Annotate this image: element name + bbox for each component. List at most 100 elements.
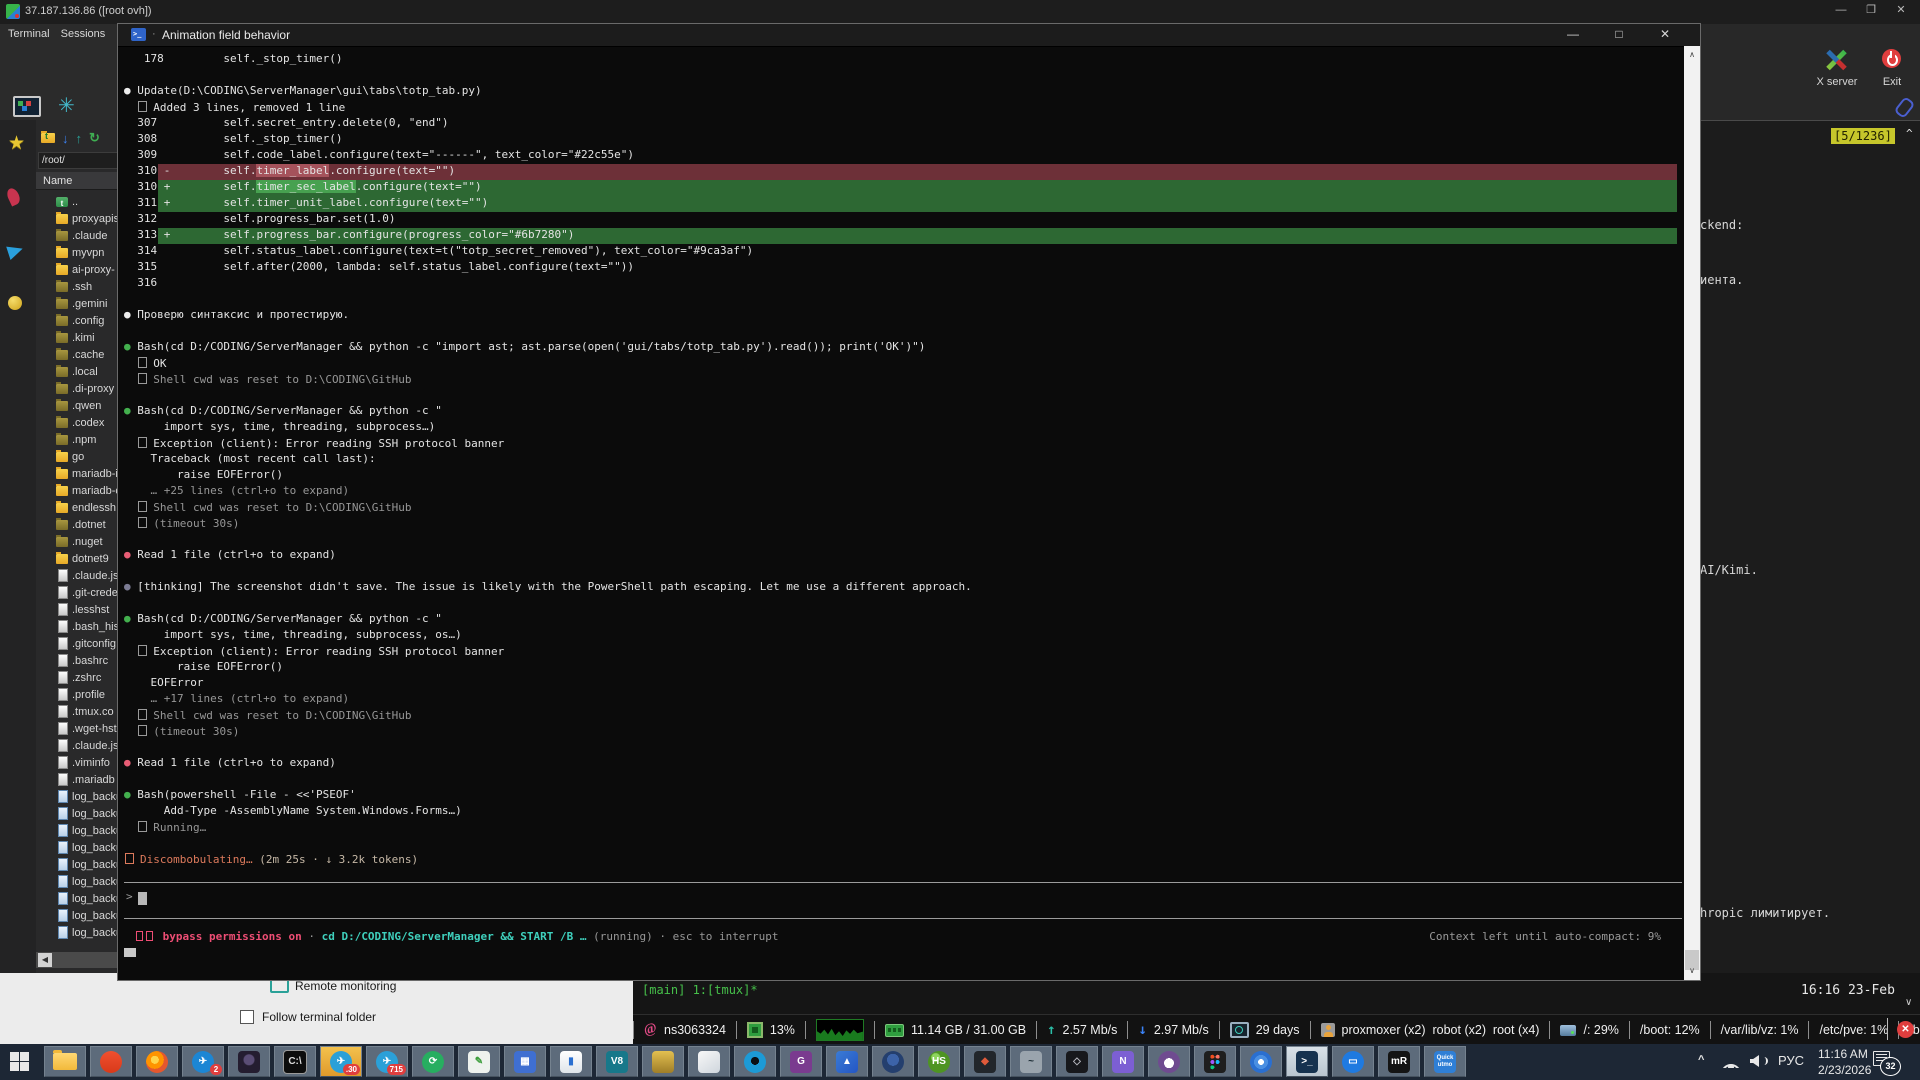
taskbar-tile[interactable] [90,1046,132,1077]
maximize-icon[interactable]: ❐ [1856,3,1886,16]
chevron-down-icon[interactable]: ∨ [1905,997,1912,1008]
tray-chevron-icon[interactable]: ^ [1698,1054,1704,1066]
file-item[interactable]: .nuget [36,533,118,550]
taskbar-tile[interactable] [872,1046,914,1077]
file-item[interactable]: proxyapis [36,210,118,227]
folder-up-icon[interactable] [41,133,55,143]
file-item[interactable]: .claude.js [36,737,118,754]
menu-terminal[interactable]: Terminal [8,28,50,40]
taskbar-tile[interactable]: ✈ .30 [320,1046,362,1077]
minimize-icon[interactable]: — [1826,4,1856,16]
file-item[interactable]: .lesshst [36,601,118,618]
taskbar-tile[interactable]: ⟳ [412,1046,454,1077]
file-item[interactable]: .cache [36,346,118,363]
file-item[interactable]: log_backu [36,907,118,924]
taskbar-tile[interactable]: mR [1378,1046,1420,1077]
taskbar-tile[interactable] [1194,1046,1236,1077]
taskbar-tile[interactable] [1240,1046,1282,1077]
file-item[interactable]: .codex [36,414,118,431]
upload-icon[interactable]: ↑ [76,131,83,146]
scroll-left-icon[interactable]: ◀ [38,953,52,967]
file-item[interactable]: log_backu [36,890,118,907]
file-item[interactable]: .bash_his [36,618,118,635]
file-item[interactable]: .config [36,312,118,329]
sessions-star-icon[interactable]: ★ [8,132,25,155]
file-item[interactable]: .ssh [36,278,118,295]
clock-date[interactable]: 11:16 AM 2/23/2026 [1818,1046,1871,1078]
file-item[interactable]: .npm [36,431,118,448]
file-item[interactable]: .zshrc [36,669,118,686]
menu-sessions[interactable]: Sessions [61,28,106,40]
download-icon[interactable]: ↓ [62,131,69,146]
file-item[interactable]: .local [36,363,118,380]
taskbar-tile[interactable]: ~ [1010,1046,1052,1077]
scroll-down-icon[interactable]: ∨ [1684,964,1700,978]
wifi-icon[interactable] [1722,1055,1740,1068]
file-item[interactable]: .claude [36,227,118,244]
file-item[interactable]: log_backu [36,856,118,873]
taskbar-tile[interactable]: ◇ [1056,1046,1098,1077]
file-item[interactable]: mariadb-c [36,482,118,499]
taskbar-tile[interactable]: N [1102,1046,1144,1077]
horizontal-scrollbar[interactable]: ◀ [36,952,118,968]
language-indicator[interactable]: РУС [1778,1053,1804,1068]
taskbar-tile[interactable]: >_ [1286,1046,1328,1077]
start-button[interactable] [10,1052,29,1071]
taskbar-tile[interactable] [136,1046,178,1077]
follow-terminal-folder-row[interactable]: Follow terminal folder [240,1010,376,1024]
taskbar-tile[interactable]: ▮ [550,1046,592,1077]
taskbar-tile[interactable]: ◆ [964,1046,1006,1077]
file-item[interactable]: .claude.js [36,567,118,584]
taskbar-tile[interactable]: C:\ [274,1046,316,1077]
remote-monitoring-row[interactable]: Remote monitoring [270,978,396,993]
scroll-up-icon[interactable]: ∧ [1684,48,1700,62]
name-column-header[interactable]: Name [36,172,118,190]
taskbar-tile[interactable]: V8 [596,1046,638,1077]
file-item[interactable]: .gitconfig [36,635,118,652]
path-field[interactable]: /root/ [38,152,118,169]
sftp-icon[interactable] [6,242,25,260]
file-item[interactable]: .mariadb [36,771,118,788]
maximize-icon[interactable]: □ [1596,27,1642,41]
file-item[interactable]: .wget-hst [36,720,118,737]
taskbar-tile[interactable] [228,1046,270,1077]
file-item[interactable]: log_backu [36,839,118,856]
file-item[interactable]: .viminfo [36,754,118,771]
file-item[interactable]: .di-proxy [36,380,118,397]
file-item[interactable]: go [36,448,118,465]
file-item[interactable]: .gemini [36,295,118,312]
file-item[interactable]: .kimi [36,329,118,346]
taskbar-tile[interactable]: Quick utmo [1424,1046,1466,1077]
macros-icon[interactable] [8,296,22,310]
checkbox[interactable] [240,1010,254,1024]
close-icon[interactable]: ✕ [1886,3,1916,16]
file-item[interactable]: ai-proxy- [36,261,118,278]
file-item[interactable]: mariadb-i [36,465,118,482]
file-item[interactable]: dotnet9 [36,550,118,567]
file-item[interactable]: .tmux.co [36,703,118,720]
exit-icon[interactable] [1882,49,1901,68]
file-item[interactable]: .dotnet [36,516,118,533]
refresh-icon[interactable]: ↻ [89,130,100,146]
file-item[interactable]: .bashrc [36,652,118,669]
taskbar-tile[interactable]: ▲ [826,1046,868,1077]
taskbar-tile[interactable] [642,1046,684,1077]
taskbar-tile[interactable]: ✎ [458,1046,500,1077]
file-item[interactable]: log_backu [36,805,118,822]
tools-icon[interactable] [5,186,22,206]
taskbar-tile[interactable] [734,1046,776,1077]
file-item[interactable]: log_backu [36,788,118,805]
file-item[interactable]: log_backu [36,873,118,890]
taskbar-tile[interactable]: ✈ 715 [366,1046,408,1077]
taskbar-tile[interactable]: ✈ 2 [182,1046,224,1077]
close-icon[interactable]: ✕ [1642,27,1688,41]
taskbar-tile[interactable] [1148,1046,1190,1077]
text-cursor[interactable] [138,892,147,905]
minimize-icon[interactable]: — [1550,27,1596,41]
taskbar-tile[interactable]: HS [918,1046,960,1077]
taskbar-tile[interactable]: G [780,1046,822,1077]
file-item[interactable]: .. [36,193,118,210]
x-server-icon[interactable] [1824,48,1848,72]
file-item[interactable]: endlessh [36,499,118,516]
claude-titlebar[interactable]: · Animation field behavior —□✕ [118,24,1700,47]
